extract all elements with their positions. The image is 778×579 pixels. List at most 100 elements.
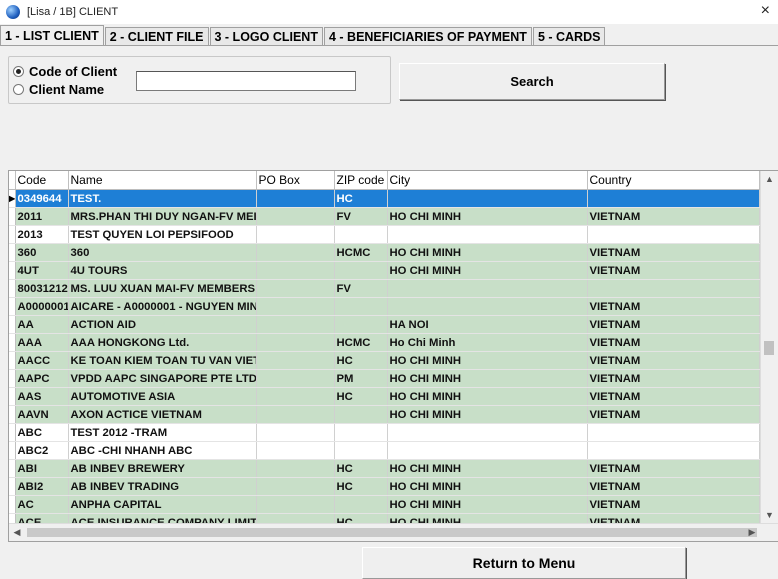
horizontal-scrollbar[interactable]: ◀ ▶: [9, 523, 778, 541]
column-header-city[interactable]: City: [387, 171, 588, 190]
close-icon[interactable]: ×: [761, 2, 770, 20]
cell-name: MRS.PHAN THI DUY NGAN-FV MEI: [68, 207, 257, 226]
cell-po-box: [256, 477, 335, 496]
table-row[interactable]: AAVN AXON ACTICE VIETNAM HO CHI MINH VIETNA…: [9, 405, 760, 424]
table-row[interactable]: 4UT 4U TOURS HO CHI MINH VIETNAM: [9, 261, 760, 280]
cell-zip-code: FV: [334, 279, 388, 298]
radio-code-of-client[interactable]: Code of Client: [13, 64, 117, 79]
cell-zip-code: HCMC: [334, 333, 388, 352]
return-to-menu-button[interactable]: Return to Menu: [362, 547, 686, 579]
column-header-name[interactable]: Name: [68, 171, 257, 190]
cell-code: AAPC: [15, 369, 69, 388]
cell-city: HO CHI MINH: [387, 495, 588, 514]
cell-city: Ho Chi Minh: [387, 333, 588, 352]
cell-po-box: [256, 261, 335, 280]
cell-code: AAVN: [15, 405, 69, 424]
cell-zip-code: HC: [334, 459, 388, 478]
cell-name: TEST 2012 -TRAM: [68, 423, 257, 442]
cell-name: AB INBEV TRADING: [68, 477, 257, 496]
table-row[interactable]: AAA AAA HONGKONG Ltd. HCMC Ho Chi Minh VIETN…: [9, 333, 760, 352]
cell-po-box: [256, 297, 335, 316]
vertical-scrollbar[interactable]: ▲ ▼: [760, 171, 778, 523]
cell-country: [587, 441, 760, 460]
cell-zip-code: [334, 495, 388, 514]
tab-beneficiaries-of-payment[interactable]: 4 - BENEFICIARIES OF PAYMENT: [323, 27, 532, 46]
cell-code: AAS: [15, 387, 69, 406]
table-row[interactable]: AAS AUTOMOTIVE ASIA HC HO CHI MINH VIETNAM: [9, 387, 760, 406]
radio-button-icon[interactable]: [13, 84, 24, 95]
cell-country: VIETNAM: [587, 207, 760, 226]
cell-po-box: [256, 207, 335, 226]
client-grid[interactable]: Code Name PO Box ZIP code City Country ▶…: [8, 170, 778, 542]
table-row[interactable]: ABC2 ABC -CHI NHANH ABC: [9, 441, 760, 460]
table-header-row: Code Name PO Box ZIP code City Country: [9, 171, 760, 190]
cell-po-box: [256, 405, 335, 424]
cell-code: 2011: [15, 207, 69, 226]
cell-po-box: [256, 279, 335, 298]
cell-city: HA NOI: [387, 315, 588, 334]
cell-country: VIETNAM: [587, 369, 760, 388]
table-row[interactable]: 2011 MRS.PHAN THI DUY NGAN-FV MEI FV HO CHI…: [9, 207, 760, 226]
vertical-scroll-thumb[interactable]: [764, 341, 774, 355]
search-button[interactable]: Search: [399, 63, 665, 100]
cell-name: 360: [68, 243, 257, 262]
table-row[interactable]: ▶ 0349644 TEST. HC: [9, 189, 760, 208]
scroll-left-arrow-icon[interactable]: ◀: [9, 524, 25, 541]
radio-client-name[interactable]: Client Name: [13, 82, 104, 97]
scroll-right-arrow-icon[interactable]: ▶: [744, 524, 760, 541]
table-row[interactable]: A0000001 AICARE - A0000001 - NGUYEN MIN VI…: [9, 297, 760, 316]
cell-po-box: [256, 243, 335, 262]
cell-city: [387, 297, 588, 316]
title-bar: [Lisa / 1B] CLIENT ×: [0, 0, 778, 24]
cell-city: HO CHI MINH: [387, 387, 588, 406]
cell-code: 0349644: [15, 189, 69, 208]
table-row[interactable]: AA ACTION AID HA NOI VIETNAM: [9, 315, 760, 334]
column-header-zip-code[interactable]: ZIP code: [334, 171, 388, 190]
cell-code: 360: [15, 243, 69, 262]
tab-client-file[interactable]: 2 - CLIENT FILE: [104, 27, 209, 46]
table-row[interactable]: 80031212 MS. LUU XUAN MAI-FV MEMBERS FV: [9, 279, 760, 298]
scroll-down-arrow-icon[interactable]: ▼: [761, 507, 778, 523]
scroll-up-arrow-icon[interactable]: ▲: [761, 171, 778, 187]
radio-code-label: Code of Client: [29, 64, 118, 79]
cell-name: ABC -CHI NHANH ABC: [68, 441, 257, 460]
search-input[interactable]: [136, 71, 356, 91]
cell-zip-code: HC: [334, 189, 388, 208]
cell-name: ANPHA CAPITAL: [68, 495, 257, 514]
cell-zip-code: [334, 315, 388, 334]
table-row[interactable]: AAPC VPDD AAPC SINGAPORE PTE LTD PM HO CHI …: [9, 369, 760, 388]
column-header-code[interactable]: Code: [15, 171, 69, 190]
client-table: Code Name PO Box ZIP code City Country ▶…: [9, 171, 760, 532]
tab-logo-client[interactable]: 3 - LOGO CLIENT: [209, 27, 323, 46]
cell-zip-code: [334, 225, 388, 244]
table-row[interactable]: 360 360 HCMC HO CHI MINH VIETNAM: [9, 243, 760, 262]
column-header-po-box[interactable]: PO Box: [256, 171, 335, 190]
table-row[interactable]: ABC TEST 2012 -TRAM: [9, 423, 760, 442]
table-row[interactable]: ABI2 AB INBEV TRADING HC HO CHI MINH VIETNAM: [9, 477, 760, 496]
cell-country: VIETNAM: [587, 333, 760, 352]
app-globe-icon: [6, 5, 20, 19]
cell-country: VIETNAM: [587, 261, 760, 280]
cell-country: VIETNAM: [587, 459, 760, 478]
table-row[interactable]: 2013 TEST QUYEN LOI PEPSIFOOD: [9, 225, 760, 244]
cell-city: HO CHI MINH: [387, 405, 588, 424]
tab-list-client[interactable]: 1 - LIST CLIENT: [0, 25, 104, 46]
cell-city: HO CHI MINH: [387, 459, 588, 478]
tab-cards[interactable]: 5 - CARDS: [532, 27, 606, 46]
tab-divider: [0, 45, 778, 46]
radio-button-checked-icon[interactable]: [13, 66, 24, 77]
column-header-country[interactable]: Country: [587, 171, 760, 190]
radio-name-label: Client Name: [29, 82, 105, 97]
cell-name: AB INBEV BREWERY: [68, 459, 257, 478]
cell-country: VIETNAM: [587, 387, 760, 406]
cell-name: AAA HONGKONG Ltd.: [68, 333, 257, 352]
cell-name: TEST QUYEN LOI PEPSIFOOD: [68, 225, 257, 244]
table-row[interactable]: AACC KE TOAN KIEM TOAN TU VAN VIET HC HO CH…: [9, 351, 760, 370]
table-row[interactable]: AC ANPHA CAPITAL HO CHI MINH VIETNAM: [9, 495, 760, 514]
cell-code: 4UT: [15, 261, 69, 280]
horizontal-scroll-thumb[interactable]: [27, 528, 757, 537]
table-row[interactable]: ABI AB INBEV BREWERY HC HO CHI MINH VIETNAM: [9, 459, 760, 478]
cell-po-box: [256, 225, 335, 244]
cell-code: AACC: [15, 351, 69, 370]
cell-name: VPDD AAPC SINGAPORE PTE LTD: [68, 369, 257, 388]
